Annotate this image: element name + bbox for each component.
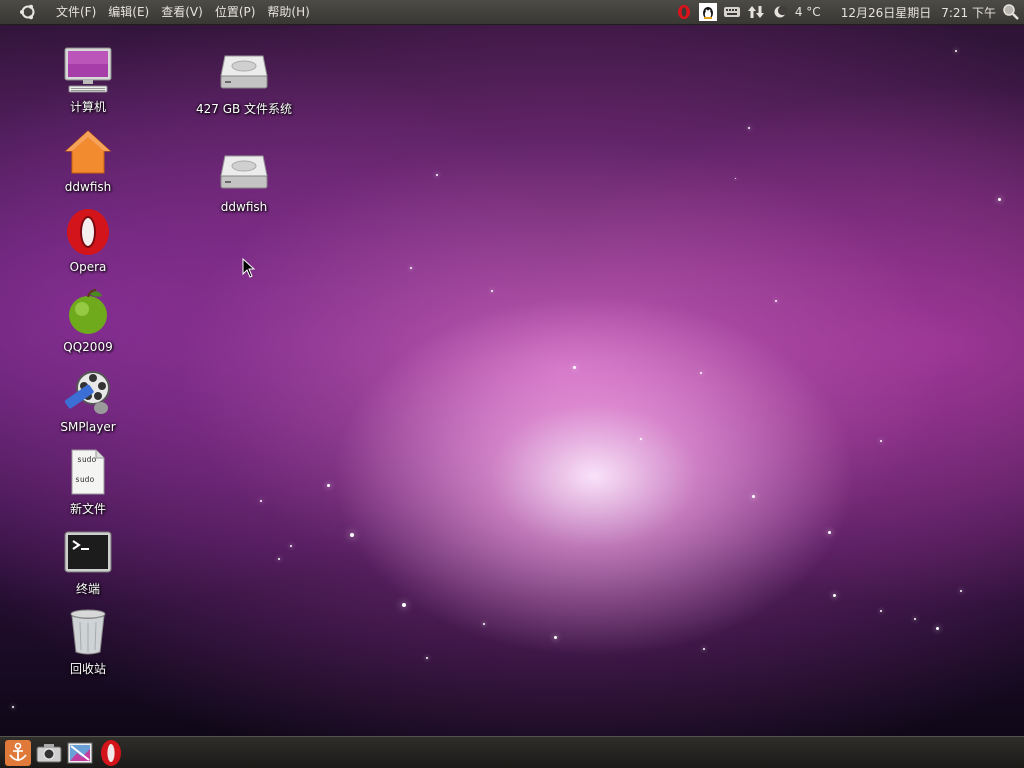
qq-tray-icon[interactable] <box>698 3 717 21</box>
star <box>700 372 702 374</box>
keyboard-icon[interactable] <box>723 3 741 21</box>
star <box>491 290 493 292</box>
desktop-icon-label: 新文件 <box>69 502 106 516</box>
desktop-icon-label: QQ2009 <box>63 340 113 354</box>
terminal-icon <box>62 526 114 578</box>
clock-date[interactable]: 12月26日星期日 <box>841 4 932 21</box>
star <box>573 366 576 369</box>
star <box>880 610 882 612</box>
star <box>402 603 406 607</box>
star <box>828 531 831 534</box>
desktop-icon-terminal[interactable]: 终端 <box>40 526 136 597</box>
desktop-icon-label: ddwfish <box>64 180 112 194</box>
system-tray: 4 °C 12月26日星期日 7:21 下午 <box>675 0 1024 24</box>
file-preview-line: sudo <box>77 455 96 464</box>
star <box>410 267 412 269</box>
mouse-cursor-icon <box>242 258 256 278</box>
desktop-icon-label: SMPlayer <box>60 420 116 434</box>
star <box>483 623 485 625</box>
home-folder-icon <box>62 126 114 178</box>
star <box>426 657 428 659</box>
desktop-icon-home[interactable]: ddwfish <box>40 126 136 194</box>
desktop-icon-label: 终端 <box>75 582 100 596</box>
file-preview-line: sudo <box>75 475 94 484</box>
star <box>554 636 557 639</box>
desktop-icon-new-file[interactable]: sudo sudo 新文件 <box>40 446 136 517</box>
desktop-icon-label: 计算机 <box>69 100 106 114</box>
star <box>998 198 1001 201</box>
camera-icon[interactable] <box>35 739 63 767</box>
opera-tray-icon[interactable] <box>675 3 693 21</box>
desktop-icon-trash[interactable]: 回收站 <box>40 606 136 677</box>
search-icon[interactable] <box>1002 3 1020 21</box>
star <box>752 495 755 498</box>
ubuntu-logo-icon[interactable] <box>16 0 40 24</box>
star <box>936 627 939 630</box>
image-editor-icon[interactable] <box>66 739 94 767</box>
clock-time[interactable]: 7:21 下午 <box>941 4 996 21</box>
desktop-icon-filesystem[interactable]: 427 GB 文件系统 <box>196 46 292 117</box>
anchor-icon[interactable] <box>4 739 32 767</box>
desktop-icon-qq2009[interactable]: QQ2009 <box>40 286 136 354</box>
star <box>640 438 642 440</box>
menu-edit[interactable]: 编辑(E) <box>102 0 155 24</box>
desktop-icon-label: 427 GB 文件系统 <box>195 102 293 116</box>
desktop-icon-label: 回收站 <box>69 662 106 676</box>
desktop-icon-smplayer[interactable]: SMPlayer <box>40 366 136 434</box>
network-arrows-icon[interactable] <box>747 3 765 21</box>
star <box>833 594 836 597</box>
menu-file[interactable]: 文件(F) <box>50 0 102 24</box>
star <box>290 545 292 547</box>
menu-help[interactable]: 帮助(H) <box>261 0 315 24</box>
weather-temperature[interactable]: 4 °C <box>795 5 821 19</box>
star <box>703 648 705 650</box>
menu-view[interactable]: 查看(V) <box>155 0 209 24</box>
star <box>436 174 438 176</box>
desktop-icon-label: Opera <box>69 260 107 274</box>
moon-icon[interactable] <box>771 3 789 21</box>
desktop-icon-ddwfish-drive[interactable]: ddwfish <box>196 146 292 214</box>
hard-drive-icon <box>218 46 270 98</box>
star <box>960 590 962 592</box>
desktop-icon-label: ddwfish <box>220 200 268 214</box>
hard-drive-icon <box>218 146 270 198</box>
star <box>735 178 736 179</box>
text-file-icon: sudo sudo <box>62 446 114 498</box>
top-panel: 文件(F) 编辑(E) 查看(V) 位置(P) 帮助(H) 4 °C 12月26… <box>0 0 1024 25</box>
trash-icon <box>62 606 114 658</box>
star <box>775 300 777 302</box>
qq-icon <box>62 286 114 338</box>
star <box>880 440 882 442</box>
star <box>955 50 957 52</box>
bottom-panel <box>0 736 1024 768</box>
computer-icon <box>62 44 114 96</box>
star <box>260 500 262 502</box>
smplayer-icon <box>62 366 114 418</box>
star <box>12 706 14 708</box>
star <box>278 558 280 560</box>
opera-icon[interactable] <box>97 739 125 767</box>
opera-icon <box>62 206 114 258</box>
star <box>350 533 354 537</box>
desktop-icon-opera[interactable]: Opera <box>40 206 136 274</box>
desktop-icon-computer[interactable]: 计算机 <box>40 44 136 115</box>
star <box>327 484 330 487</box>
menu-places[interactable]: 位置(P) <box>209 0 262 24</box>
star <box>914 618 916 620</box>
star <box>748 127 750 129</box>
